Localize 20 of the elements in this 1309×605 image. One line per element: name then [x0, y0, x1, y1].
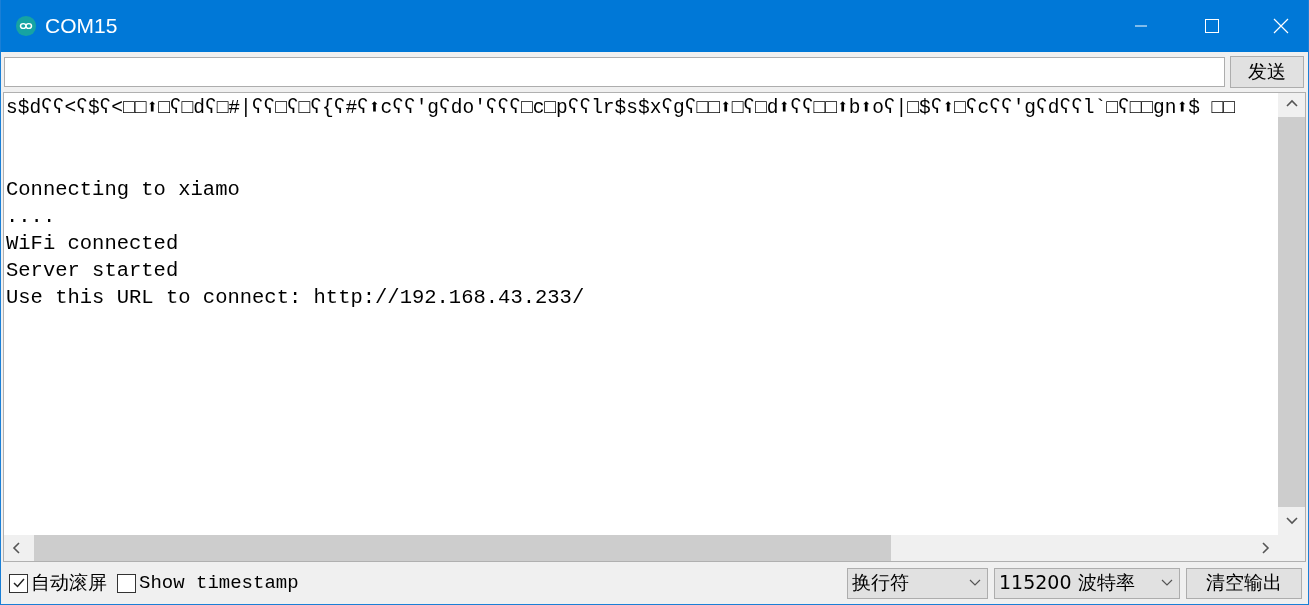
output-line: Use this URL to connect: http://192.168.43.233/	[6, 285, 586, 311]
output-line: s$dʕʕ<ʕ$ʕ<□□⬆□ʕ□dʕ□#|ʕʕ□ʕ□ʕ{ʕ#ʕ⬆cʕʕ'gʕdo'ʕʕʕ□c□pʕʕlr$s$xʕgʕ□□⬆□ʕ□d⬆ʕʕ□□⬆b⬆oʕ|□$ʕ⬆□ʕcʕʕ'gʕdʕʕl`□ʕ□□gn⬆$ □□	[6, 96, 1235, 121]
chevron-icon	[1161, 579, 1173, 587]
send-button[interactable]: 发送	[1230, 56, 1304, 88]
checkbox[interactable]	[9, 573, 28, 593]
autoscroll-label: 自动滚屏	[31, 570, 107, 595]
clear-output-button[interactable]: 清空输出	[1186, 567, 1302, 599]
checkbox[interactable]	[117, 573, 136, 593]
output-line: Connecting to xiamo	[6, 177, 241, 203]
output-line: WiFi connected	[6, 231, 180, 257]
baud-rate-dropdown[interactable]: 115200 波特率	[994, 567, 1180, 599]
infinity-logo-icon	[15, 15, 37, 37]
chevron-icon	[969, 579, 981, 587]
window-title: COM15	[45, 14, 118, 38]
output-line: ....	[6, 204, 57, 230]
input-field[interactable]	[4, 57, 1225, 87]
vertical-scrollbar[interactable]	[1278, 93, 1305, 535]
line-ending-dropdown[interactable]: 换行符	[847, 567, 988, 599]
timestamp-label: Show timestamp	[139, 572, 299, 594]
output-line: Server started	[6, 258, 180, 284]
